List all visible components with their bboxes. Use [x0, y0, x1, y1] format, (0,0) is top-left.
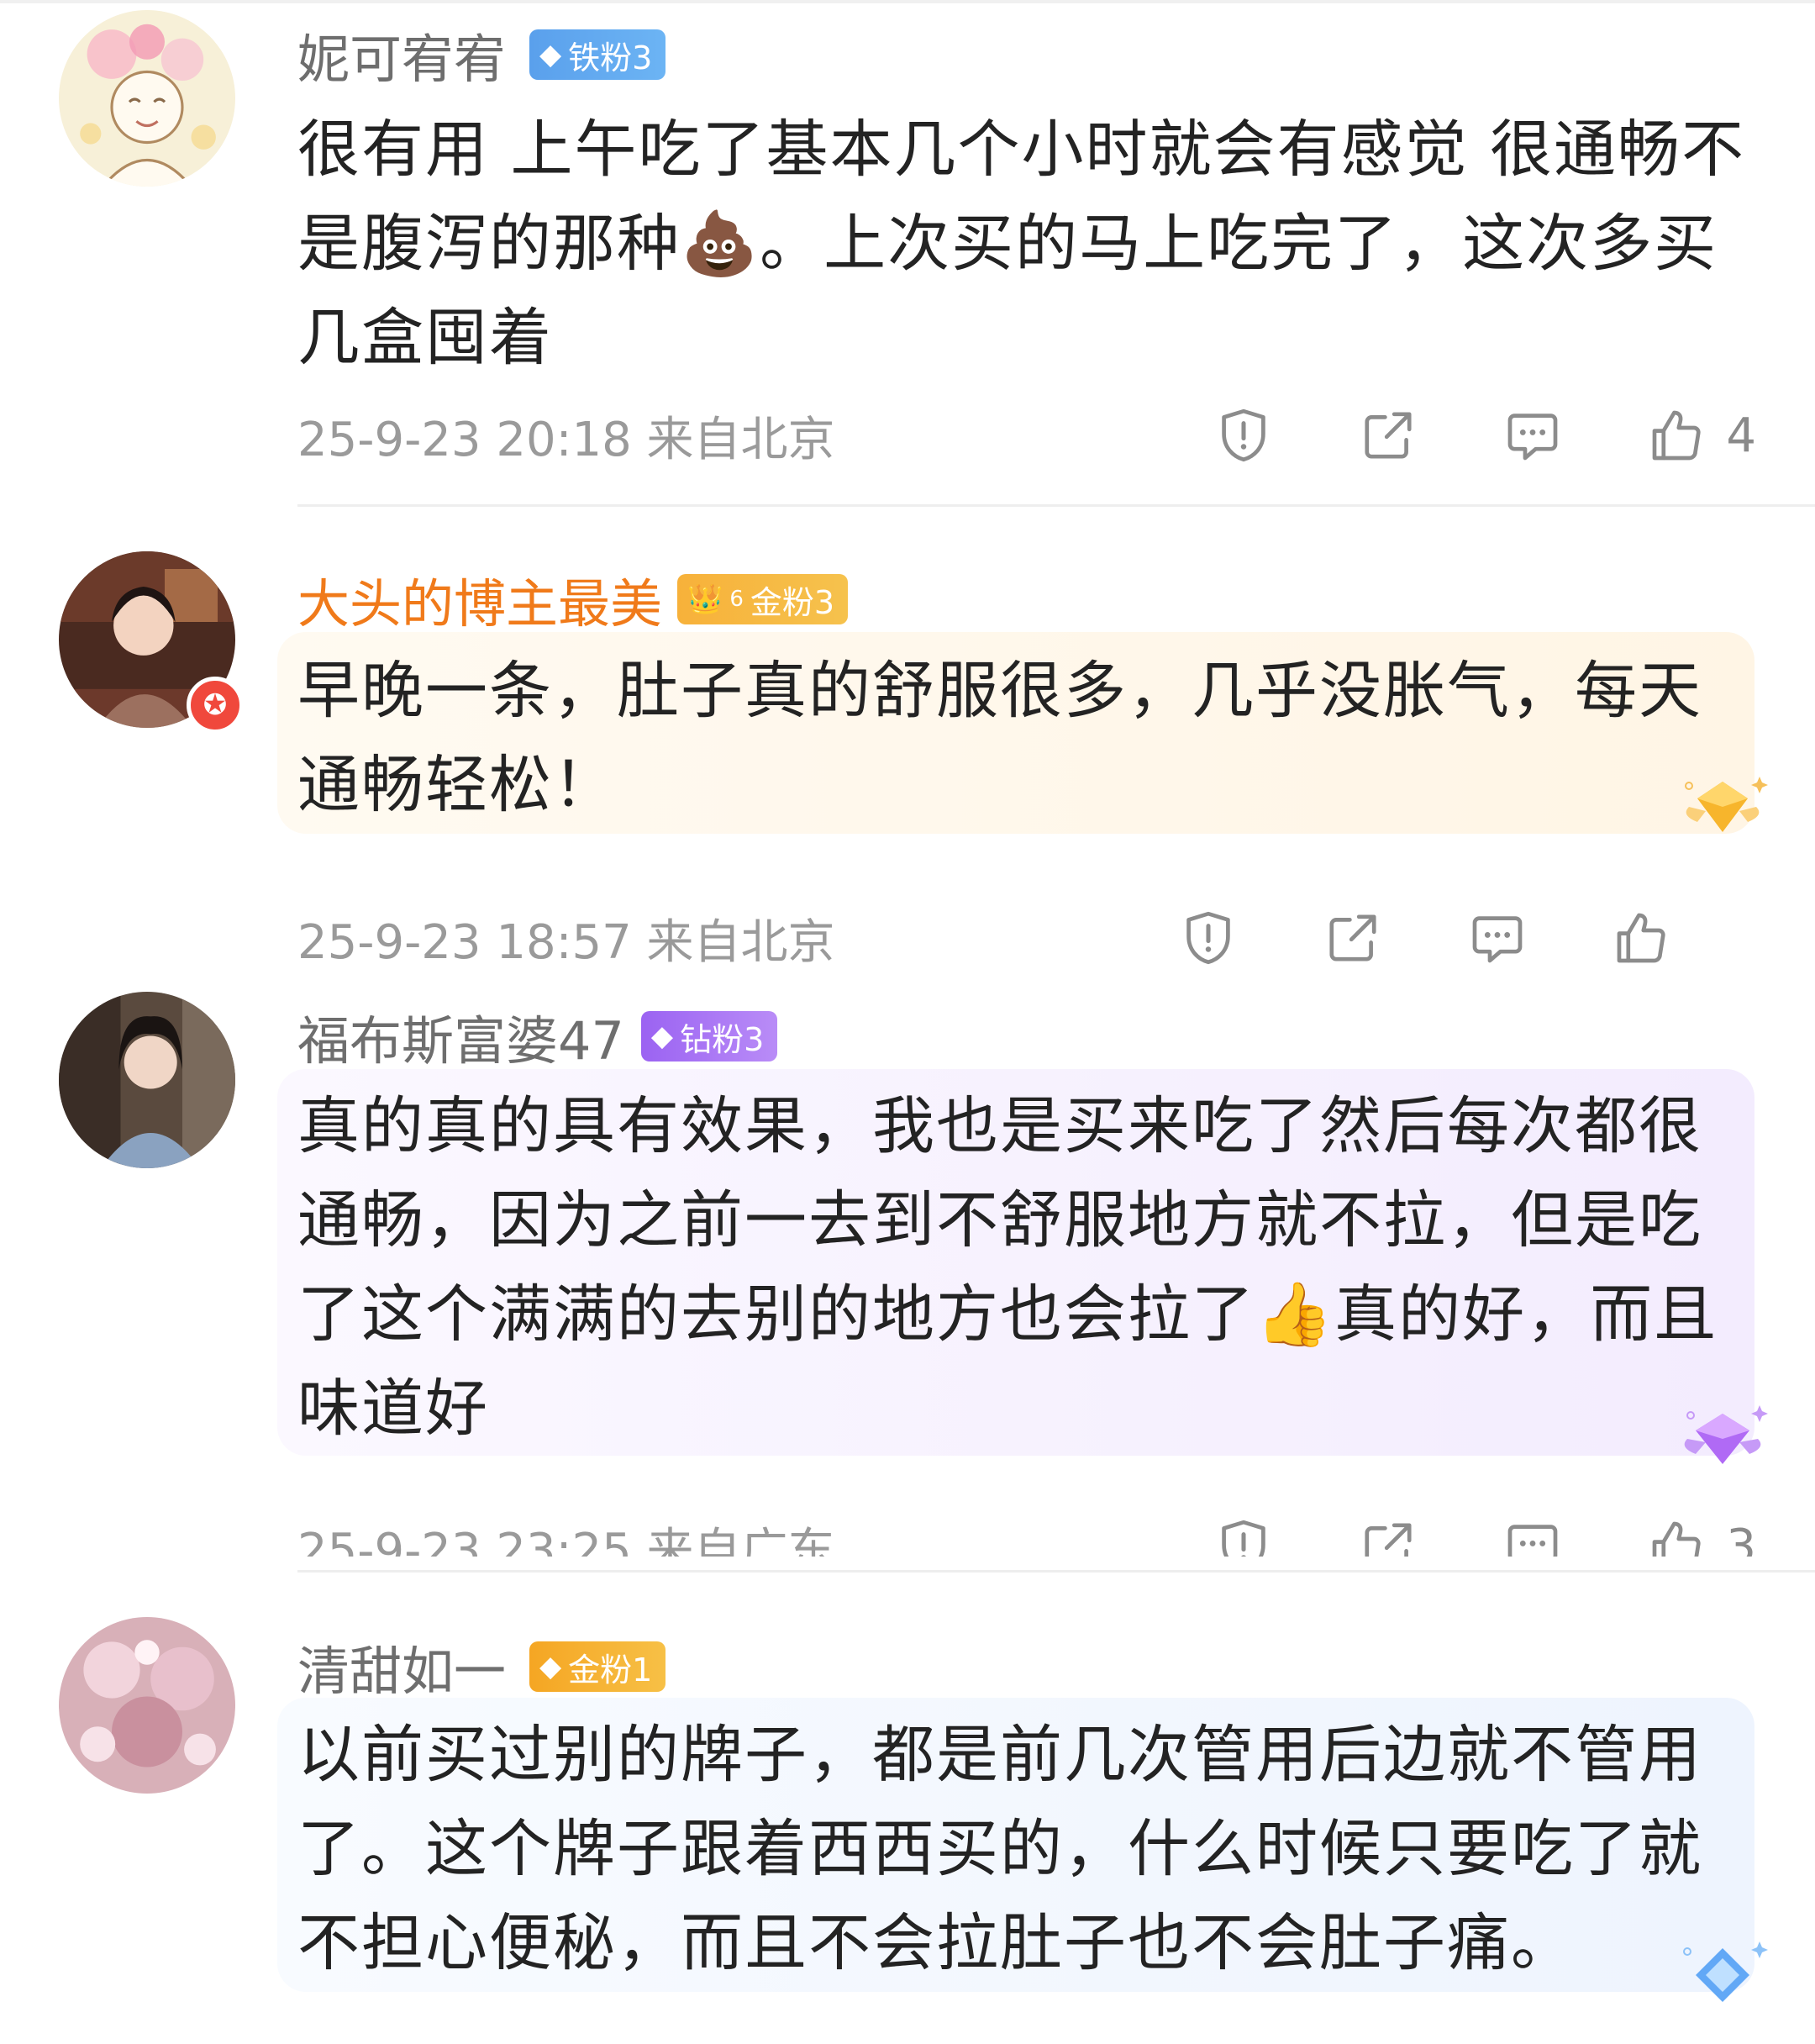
fan-badge[interactable]: 👑 6 金粉3: [677, 574, 849, 624]
username[interactable]: 福布斯富婆47: [297, 998, 624, 1074]
timestamp-location: 25-9-23 18:57 来自北京: [297, 914, 835, 970]
comment-text: 早晚一条，肚子真的舒服很多，几乎没胀气，每天通畅轻松！: [297, 655, 1702, 821]
username[interactable]: 清甜如一: [297, 1629, 506, 1704]
share-icon[interactable]: [1358, 405, 1418, 466]
avatar[interactable]: [59, 10, 235, 187]
reply-icon[interactable]: [1467, 908, 1528, 968]
timestamp-location: 25-9-23 23:25 来自广东: [297, 1523, 835, 1557]
purple-gem-icon: [1684, 1405, 1768, 1464]
reply-icon[interactable]: [1502, 1516, 1563, 1557]
verified-badge: ✪: [187, 677, 244, 734]
comment-meta: 25-9-23 20:18 来自北京 4: [297, 393, 1756, 477]
comment-text: 真的真的具有效果，我也是买来吃了然后每次都很通畅，因为之前一去到不舒服地方就不拉…: [297, 1090, 1718, 1445]
fan-badge-label: 金粉3: [750, 583, 835, 621]
share-icon[interactable]: [1358, 1516, 1418, 1557]
clipped-meta-row: 25-9-23 23:25 来自广东 3: [0, 1504, 1815, 1557]
crown-icon: 👑: [687, 582, 723, 616]
comment-text: 以前买过别的牌子，都是前几次管用后边就不管用了。这个牌子跟着西西买的，什么时候只…: [297, 1719, 1702, 1979]
username[interactable]: 大头的博主最美: [297, 561, 662, 637]
comment-meta: 25-9-23 23:25 来自广东 3: [297, 1504, 1756, 1557]
report-icon[interactable]: [1178, 908, 1239, 968]
badge-level: 6: [729, 587, 744, 612]
fan-badge[interactable]: ◆ 钻粉3: [640, 1011, 778, 1062]
fan-badge[interactable]: ◆ 金粉1: [529, 1641, 666, 1692]
name-row: 清甜如一 ◆ 金粉1: [297, 1629, 666, 1704]
avatar[interactable]: [59, 1617, 235, 1794]
like-icon[interactable]: [1612, 908, 1672, 968]
action-bar: 4: [1129, 405, 1756, 466]
gold-gem-icon: [1685, 777, 1768, 832]
divider: [297, 1570, 1815, 1573]
reply-icon[interactable]: [1502, 405, 1563, 466]
like-count: 4: [1726, 408, 1756, 463]
timestamp-location: 25-9-23 20:18 来自北京: [297, 412, 835, 467]
blue-gem-icon: [1683, 1941, 1768, 2002]
like-count: 3: [1726, 1519, 1756, 1557]
name-row: 大头的博主最美 👑 6 金粉3: [297, 561, 849, 637]
name-row: 妮可宥宥 ◆ 铁粉3: [297, 17, 666, 92]
like-icon[interactable]: [1647, 405, 1707, 466]
fan-badge[interactable]: ◆ 铁粉3: [529, 29, 666, 80]
share-icon[interactable]: [1323, 908, 1383, 968]
diamond-icon: ◆: [539, 38, 562, 71]
username[interactable]: 妮可宥宥: [297, 17, 506, 92]
gem-icon: ◆: [539, 1650, 562, 1683]
name-row: 福布斯富婆47 ◆ 钻粉3: [297, 998, 778, 1074]
action-bar: [1094, 908, 1719, 968]
action-bar: 3: [1129, 1516, 1756, 1557]
divider: [297, 504, 1815, 507]
like-icon[interactable]: [1647, 1516, 1707, 1557]
report-icon[interactable]: [1213, 405, 1274, 466]
avatar[interactable]: [59, 992, 235, 1168]
diamond-icon: ◆: [650, 1019, 674, 1053]
comment-meta: 25-9-23 18:57 来自北京: [297, 896, 1756, 980]
top-divider: [0, 0, 1815, 3]
report-icon[interactable]: [1213, 1516, 1274, 1557]
comment-text: 很有用 上午吃了基本几个小时就会有感觉 很通畅不是腹泻的那种💩。上次买的马上吃完…: [297, 113, 1746, 374]
fan-badge-label: 金粉1: [568, 1651, 653, 1688]
fan-badge-label: 铁粉3: [568, 39, 653, 76]
fan-badge-label: 钻粉3: [680, 1020, 765, 1058]
